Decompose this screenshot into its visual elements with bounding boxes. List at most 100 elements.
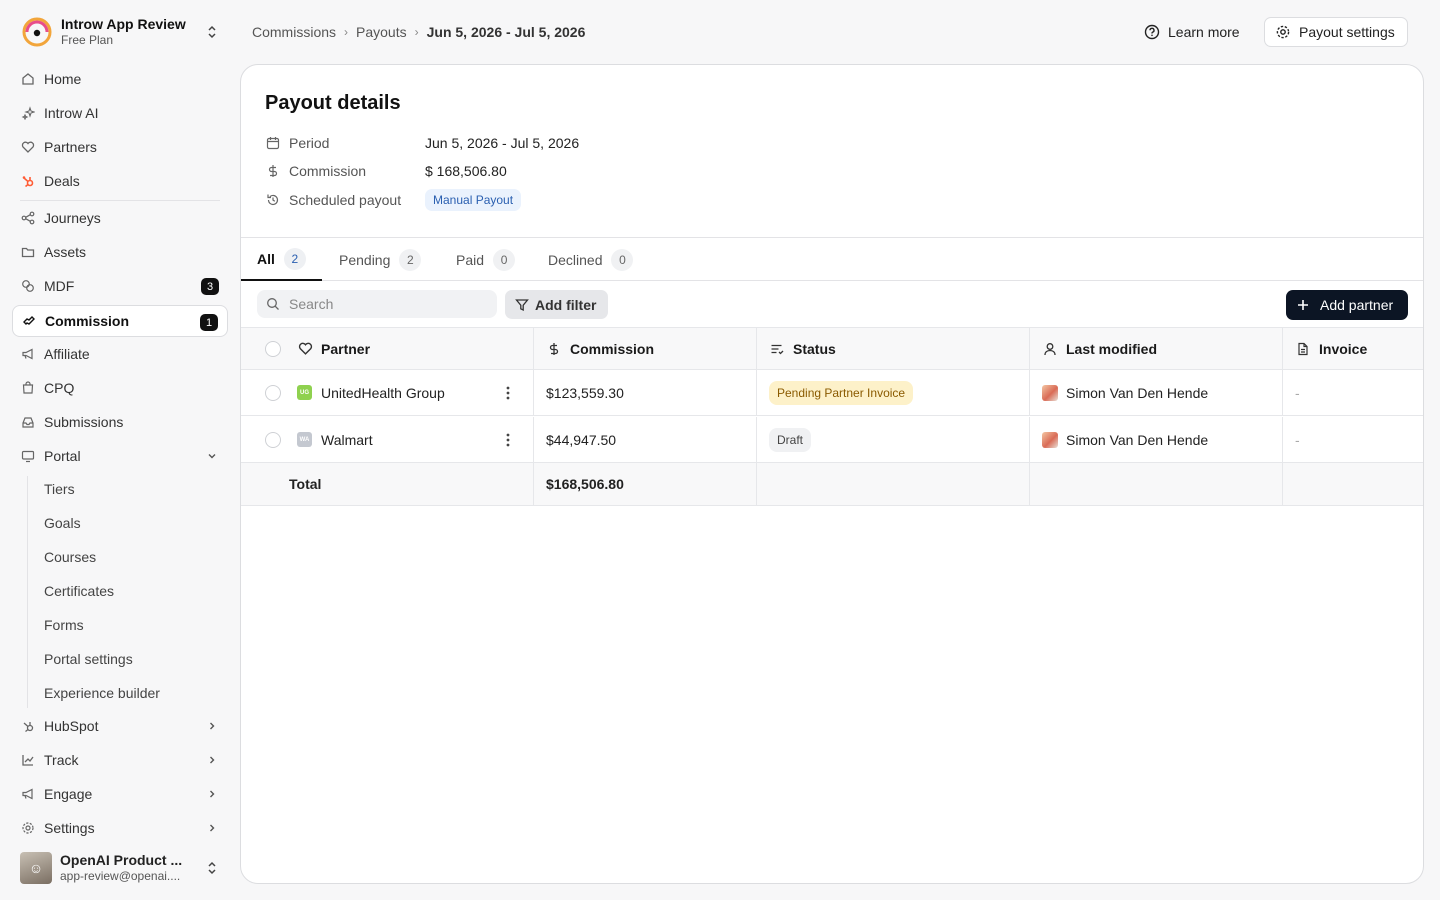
breadcrumb-commissions[interactable]: Commissions [252, 24, 336, 40]
nav-home[interactable]: Home [12, 63, 228, 95]
dollar-icon [265, 163, 281, 179]
nav-portal[interactable]: Portal [12, 440, 228, 472]
tab-all-label: All [257, 250, 275, 267]
detail-period: Period Jun 5, 2026 - Jul 5, 2026 [265, 133, 579, 153]
nav-certificates[interactable]: Certificates [36, 576, 114, 606]
nav-goals[interactable]: Goals [36, 508, 81, 538]
nav-partners[interactable]: Partners [12, 131, 228, 163]
nav-affiliate[interactable]: Affiliate [12, 338, 228, 370]
tab-declined[interactable]: Declined 0 [532, 238, 649, 281]
heart-handshake-icon [297, 341, 313, 357]
nav-mdf-label: MDF [44, 278, 75, 294]
breadcrumb-payouts[interactable]: Payouts [356, 24, 407, 40]
tab-all-count: 2 [283, 247, 306, 270]
dollar-icon [546, 341, 562, 357]
add-partner-button[interactable]: Add partner [1286, 290, 1408, 320]
nav-divider [20, 200, 220, 201]
payout-settings-label: Payout settings [1299, 24, 1395, 40]
row-checkbox[interactable] [265, 384, 281, 401]
col-invoice-label: Invoice [1319, 340, 1368, 357]
list-check-icon [769, 341, 785, 357]
nav-journeys-label: Journeys [44, 210, 101, 226]
plus-icon [1296, 298, 1310, 312]
partner-name[interactable]: Walmart [321, 432, 373, 448]
more-vertical-icon[interactable] [503, 385, 513, 401]
nav-portal-label: Portal [44, 448, 81, 464]
invoice-cell: - [1283, 370, 1423, 415]
add-partner-label: Add partner [1320, 297, 1394, 313]
col-status[interactable]: Status [757, 328, 1030, 369]
nav-submissions[interactable]: Submissions [12, 406, 228, 438]
col-invoice[interactable]: Invoice [1283, 328, 1423, 369]
folder-icon [20, 244, 36, 260]
avatar [1042, 384, 1058, 401]
commission-cell: $44,947.50 [534, 417, 757, 462]
more-vertical-icon[interactable] [503, 432, 513, 448]
nav-experience-builder[interactable]: Experience builder [36, 678, 160, 708]
col-commission[interactable]: Commission [534, 328, 757, 369]
monitor-icon [20, 448, 36, 464]
search-box[interactable] [257, 290, 497, 318]
table-header: Partner Commission Status Last modified … [241, 327, 1423, 370]
tab-pending[interactable]: Pending 2 [323, 238, 437, 281]
home-icon [20, 71, 36, 87]
nav-engage[interactable]: Engage [12, 778, 228, 810]
nav-settings[interactable]: Settings [12, 812, 228, 844]
payout-settings-button[interactable]: Payout settings [1264, 17, 1408, 47]
user-icon [1042, 341, 1058, 357]
last-modified-cell: Simon Van Den Hende [1030, 417, 1283, 462]
row-checkbox[interactable] [265, 431, 281, 448]
col-last-modified-label: Last modified [1066, 340, 1158, 357]
workflow-icon [20, 210, 36, 226]
col-last-modified[interactable]: Last modified [1030, 328, 1283, 369]
add-filter-button[interactable]: Add filter [505, 290, 608, 319]
nav-hubspot-label: HubSpot [44, 718, 99, 734]
nav-tiers[interactable]: Tiers [36, 474, 75, 504]
nav-track[interactable]: Track [12, 744, 228, 776]
nav-assets[interactable]: Assets [12, 236, 228, 268]
tab-paid[interactable]: Paid 0 [440, 238, 531, 281]
filter-icon [515, 298, 529, 312]
table-total-row: Total $168,506.80 [241, 463, 1423, 506]
nav-commission-label: Commission [45, 313, 130, 329]
nav-forms[interactable]: Forms [36, 610, 84, 640]
status-cell: Pending Partner Invoice [757, 370, 1030, 415]
tab-all[interactable]: All 2 [241, 238, 322, 281]
search-input[interactable] [289, 296, 489, 312]
col-partner[interactable]: Partner [241, 328, 534, 369]
select-all-checkbox[interactable] [265, 340, 281, 357]
total-empty-cell [757, 463, 1030, 505]
nav-hubspot[interactable]: HubSpot [12, 710, 228, 742]
nav-commission[interactable]: Commission 1 [12, 305, 228, 337]
partner-logo-icon: WA [297, 432, 312, 447]
learn-more-button[interactable]: Learn more [1136, 18, 1248, 46]
nav-introw-ai-label: Introw AI [44, 105, 99, 121]
nav-mdf[interactable]: MDF 3 [12, 270, 228, 302]
nav-courses[interactable]: Courses [36, 542, 96, 572]
nav-deals[interactable]: Deals [12, 165, 228, 197]
nav-portal-settings[interactable]: Portal settings [36, 644, 133, 674]
table-row[interactable]: UG UnitedHealth Group $123,559.30 Pendin… [241, 370, 1423, 416]
manual-payout-badge: Manual Payout [425, 189, 522, 211]
calendar-icon [265, 135, 281, 151]
handshake-icon [21, 313, 37, 329]
nav-introw-ai[interactable]: Introw AI [12, 97, 228, 129]
nav-journeys[interactable]: Journeys [12, 202, 228, 234]
chevron-right-icon: › [344, 25, 349, 39]
tab-declined-count: 0 [611, 248, 634, 271]
modified-by: Simon Van Den Hende [1066, 431, 1209, 448]
modified-by: Simon Van Den Hende [1066, 384, 1209, 401]
workspace-switcher[interactable]: Introw App Review Free Plan [12, 10, 228, 54]
partner-name[interactable]: UnitedHealth Group [321, 385, 445, 401]
total-empty-cell [1030, 463, 1283, 505]
nav-partners-label: Partners [44, 139, 97, 155]
commission-value: $ 168,506.80 [425, 163, 507, 179]
commission-count-badge: 1 [200, 314, 218, 331]
chevron-up-down-icon [204, 858, 220, 878]
user-menu[interactable]: ☺ OpenAI Product ... app-review@openai..… [12, 848, 228, 888]
table-row[interactable]: WA Walmart $44,947.50 Draft Simon Van De… [241, 417, 1423, 463]
chevron-right-icon [204, 718, 220, 734]
nav-cpq[interactable]: CPQ [12, 372, 228, 404]
nav-cpq-label: CPQ [44, 380, 75, 396]
detail-scheduled-payout: Scheduled payout Manual Payout [265, 189, 522, 211]
